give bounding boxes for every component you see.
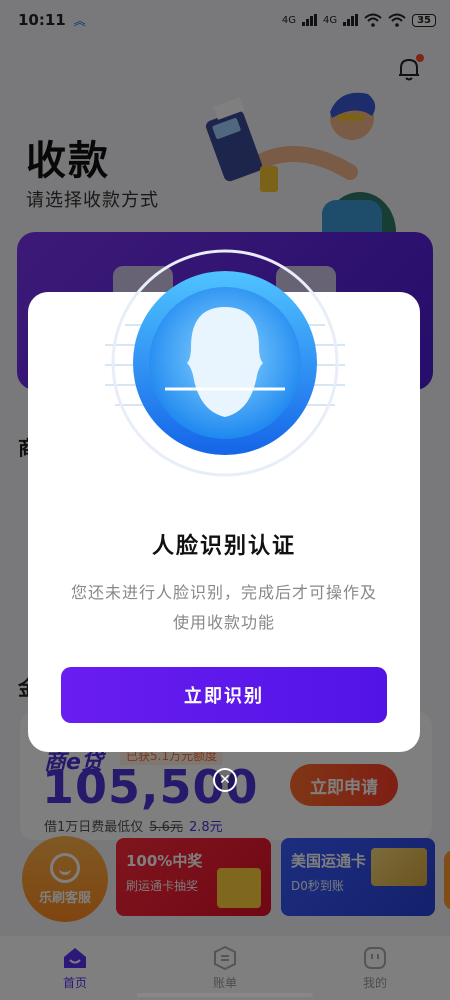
face-recognition-icon [105, 249, 345, 477]
dialog-title: 人脸识别认证 [151, 534, 296, 559]
dialog-message: 您还未进行人脸识别，完成后才可操作及使用收款功能 [70, 583, 377, 632]
home-indicator [137, 993, 313, 997]
verify-now-button[interactable]: 立即识别 [61, 667, 387, 723]
close-icon[interactable]: ✕ [213, 768, 237, 792]
